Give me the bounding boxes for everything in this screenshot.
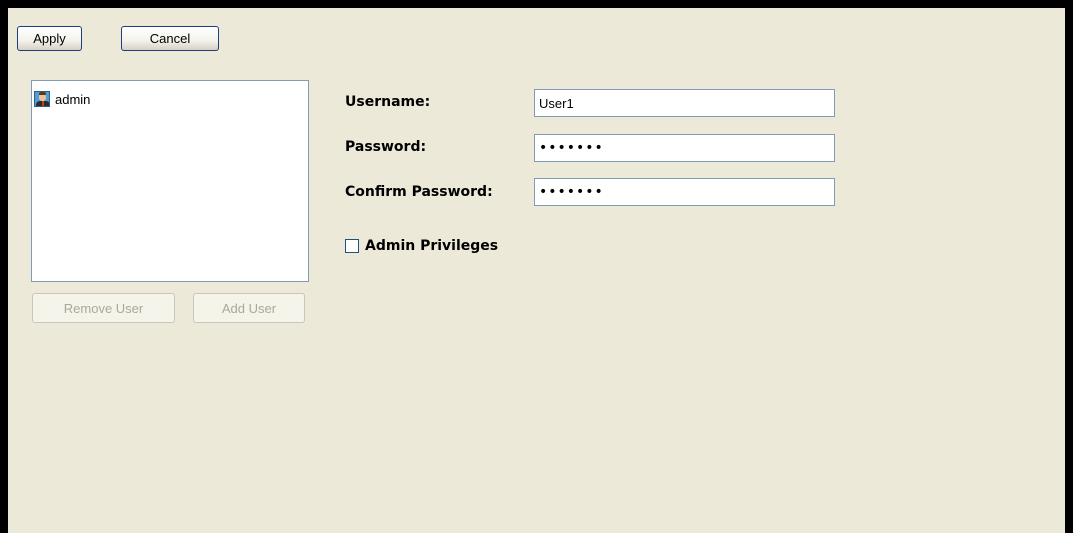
user-settings-panel: Apply Cancel admin Remove User Add User …	[8, 8, 1065, 533]
cancel-button[interactable]: Cancel	[121, 26, 219, 51]
admin-privileges-option[interactable]: Admin Privileges	[345, 238, 498, 254]
user-list[interactable]: admin	[31, 80, 309, 282]
admin-privileges-checkbox[interactable]	[345, 239, 359, 253]
add-user-button[interactable]: Add User	[193, 293, 305, 323]
confirm-password-field[interactable]: •••••••	[534, 178, 835, 206]
password-label: Password:	[345, 139, 427, 155]
user-avatar-icon	[34, 91, 50, 107]
list-item-label: admin	[55, 91, 91, 107]
admin-privileges-label: Admin Privileges	[365, 238, 499, 254]
username-field[interactable]: User1	[534, 89, 835, 117]
confirm-password-label: Confirm Password:	[345, 184, 493, 200]
apply-button[interactable]: Apply	[17, 26, 82, 51]
password-field[interactable]: •••••••	[534, 134, 835, 162]
remove-user-button[interactable]: Remove User	[32, 293, 175, 323]
username-label: Username:	[345, 94, 431, 110]
list-item[interactable]: admin	[34, 90, 90, 108]
